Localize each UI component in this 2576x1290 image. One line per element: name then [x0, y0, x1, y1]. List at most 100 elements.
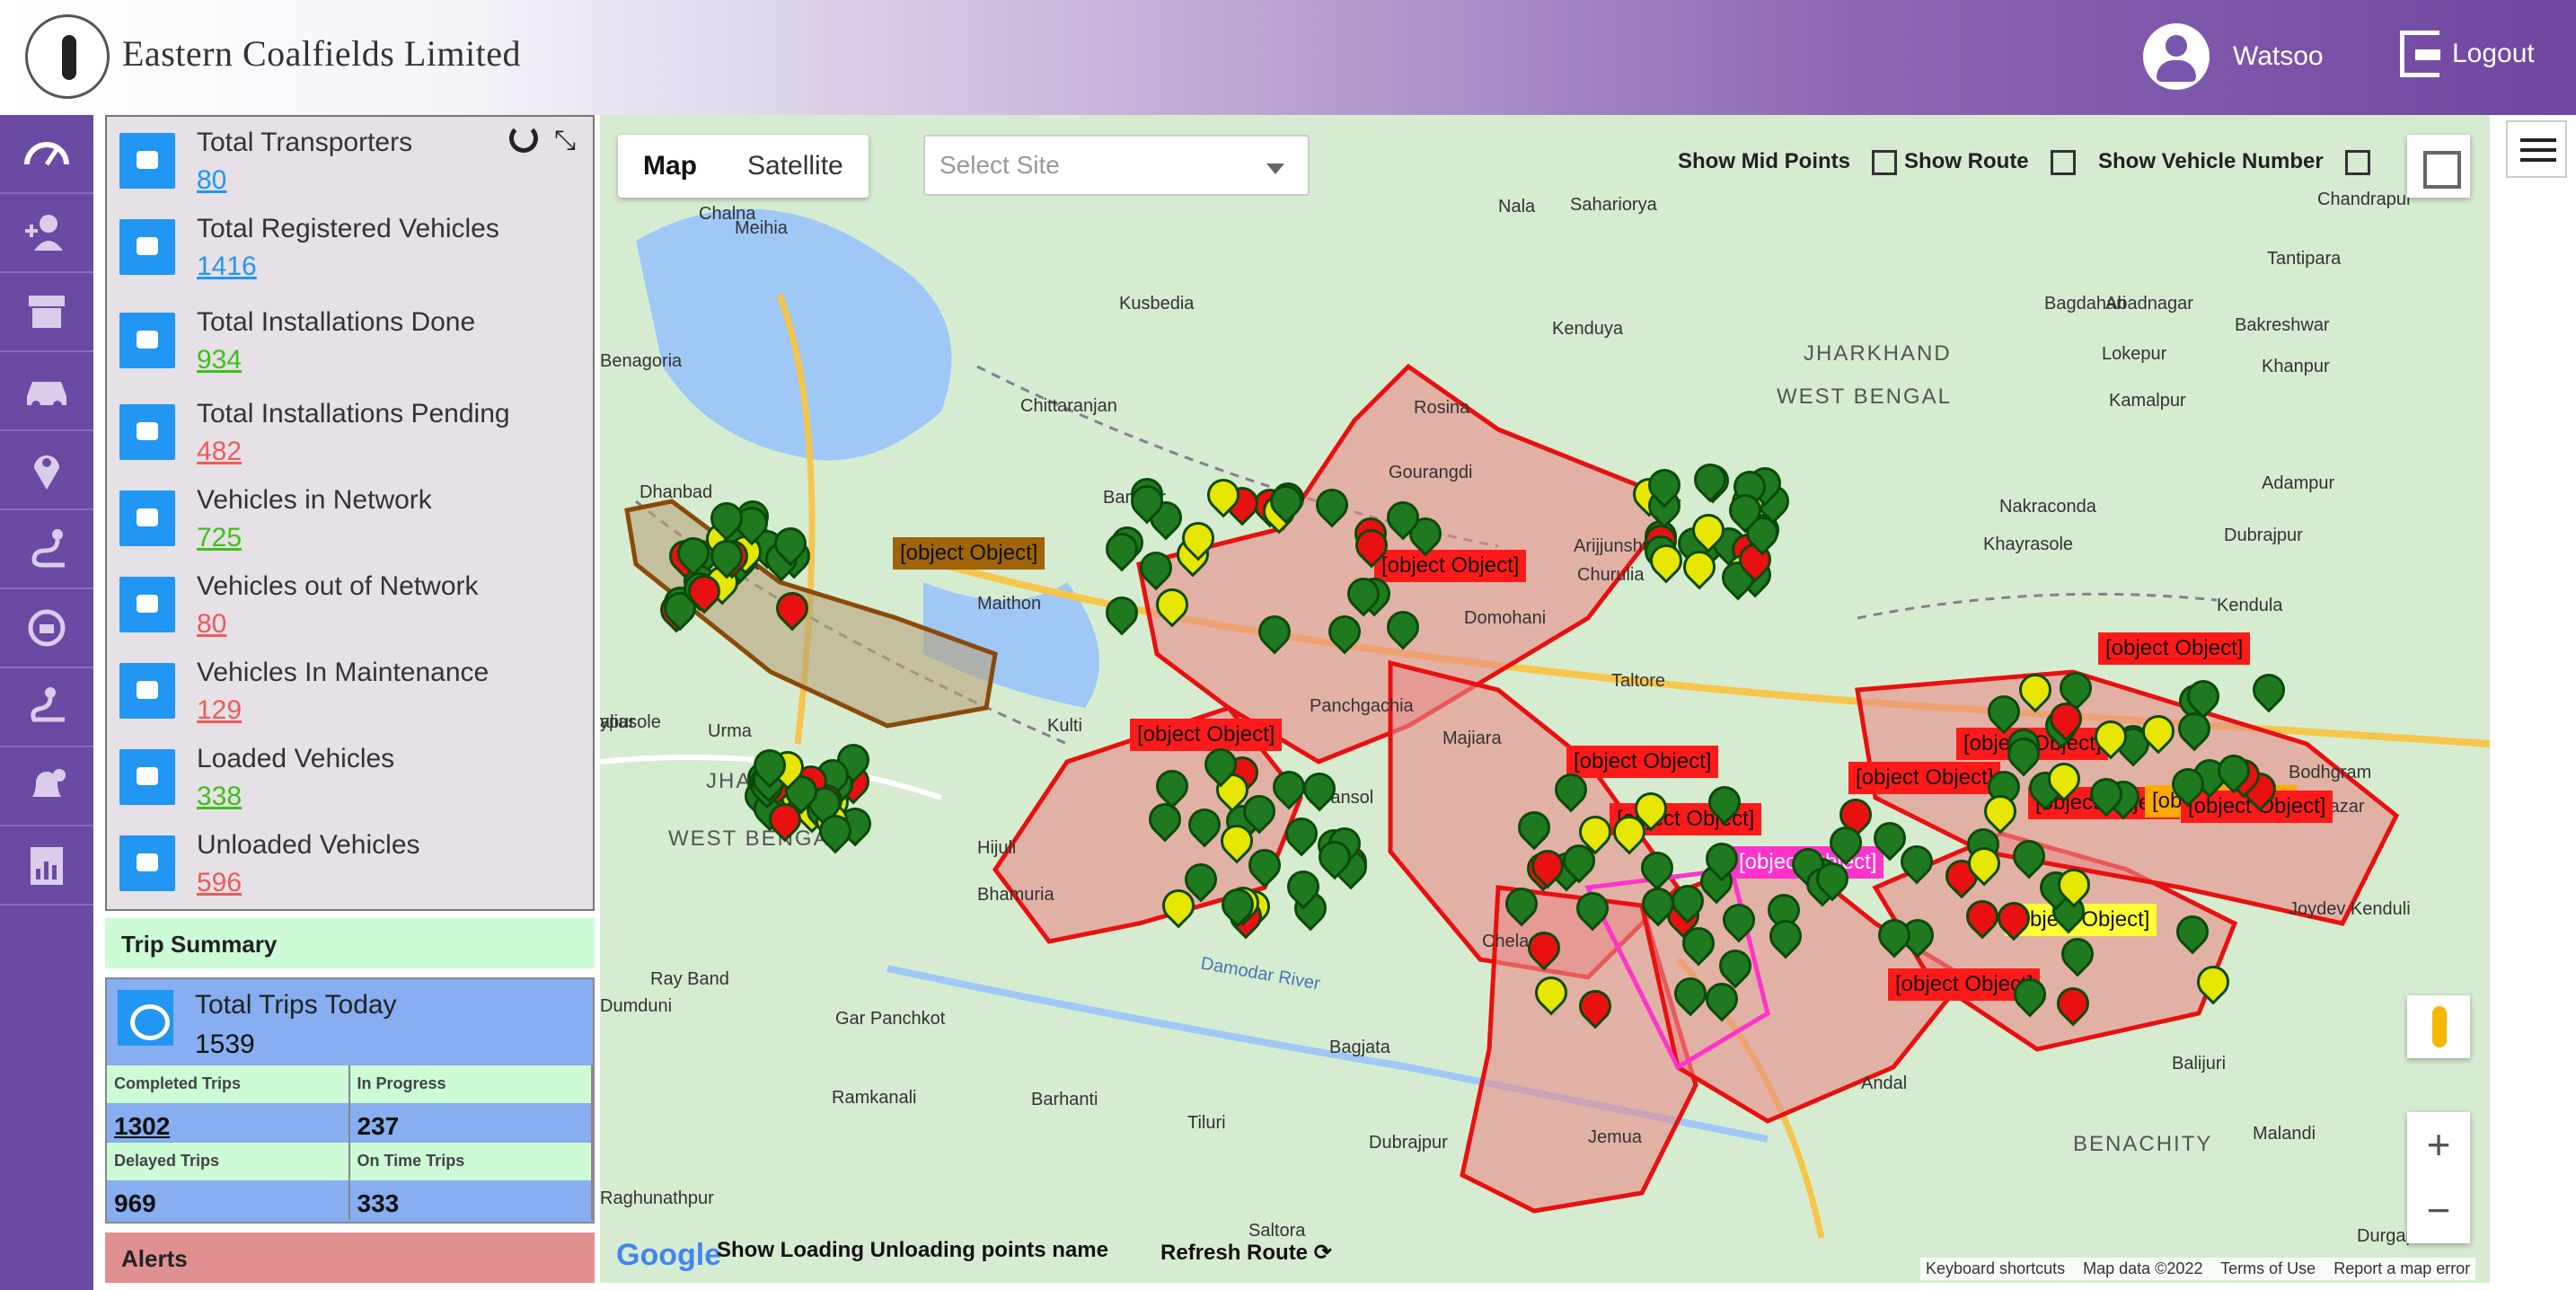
- map-place-name: Bagdahari: [2044, 294, 2127, 314]
- sidebar-item-sync[interactable]: [0, 589, 93, 668]
- stat-value[interactable]: 129: [197, 695, 242, 726]
- map-region-name: WEST BENGAL: [668, 826, 843, 851]
- map-attribution: Keyboard shortcuts Map data ©2022 Terms …: [1920, 1258, 2476, 1280]
- area-label[interactable]: [object Object]: [1848, 762, 2001, 794]
- show-route-checkbox[interactable]: [2050, 149, 2076, 175]
- on-time-trips-value: 333: [349, 1180, 593, 1220]
- area-label[interactable]: [object Object]: [2098, 632, 2251, 665]
- map-place-name: Dubrajpur: [1369, 1133, 1448, 1153]
- report-icon: [31, 847, 63, 885]
- stat-label: Vehicles In Maintenance: [197, 658, 490, 687]
- area-label[interactable]: [object Object]: [1566, 746, 1719, 778]
- completed-trips-label: Completed Trips: [107, 1065, 350, 1103]
- fullscreen-icon[interactable]: [2407, 135, 2470, 198]
- stat-label: Unloaded Vehicles: [197, 830, 420, 860]
- sidebar-item-store[interactable]: [0, 273, 93, 352]
- sidebar-item-reports[interactable]: [0, 826, 93, 906]
- company-logo: [25, 14, 110, 99]
- map-type-map[interactable]: Map: [618, 135, 722, 198]
- street-view-pegman-icon[interactable]: [2407, 995, 2470, 1058]
- stat-value[interactable]: 596: [197, 868, 242, 898]
- trips-icon: [118, 990, 173, 1046]
- stat-1: Total Registered Vehicles 1416: [119, 212, 587, 298]
- menu-icon[interactable]: [2506, 120, 2567, 178]
- user-menu[interactable]: Watsoo: [2143, 23, 2324, 90]
- trip-grid: Completed Trips In Progress 1302 237 Delay…: [107, 1065, 593, 1220]
- show-vehicle-number-toggle[interactable]: Show Vehicle Number: [2098, 149, 2370, 175]
- area-label[interactable]: [object Object]: [1130, 719, 1283, 751]
- total-trips-label: Total Trips Today: [195, 990, 397, 1020]
- map-place-name: Ray Band: [650, 969, 729, 989]
- map-view[interactable]: DhanbadMaithonChittaranjanKusbediaBaraka…: [600, 115, 2490, 1283]
- stat-value[interactable]: 80: [197, 165, 226, 196]
- map-place-name: Kusbedia: [1119, 294, 1195, 314]
- delayed-trips-label: Delayed Trips: [107, 1143, 350, 1180]
- sidebar-item-trips[interactable]: [0, 668, 93, 747]
- stat-icon: [119, 133, 175, 189]
- logout-icon: [2400, 31, 2440, 77]
- show-vehicle-number-checkbox[interactable]: [2344, 149, 2370, 175]
- map-place-name: Dubrajpur: [2224, 526, 2303, 545]
- map-place-name: Panchgachia: [1310, 696, 1414, 716]
- stat-value[interactable]: 725: [197, 523, 242, 553]
- report-error-link[interactable]: Report a map error: [2333, 1259, 2470, 1277]
- refresh-route-icon: ⟳: [1313, 1241, 1332, 1265]
- map-type-satellite[interactable]: Satellite: [722, 135, 869, 198]
- sidebar-item-location[interactable]: [0, 431, 93, 510]
- map-place-name: Domohani: [1464, 608, 1547, 628]
- stat-label: Loaded Vehicles: [197, 744, 395, 773]
- alerts-header[interactable]: Alerts: [105, 1233, 595, 1283]
- map-place-name: Gar Panchkot: [835, 1009, 946, 1029]
- stat-icon: [119, 404, 175, 460]
- show-route-toggle[interactable]: Show Route: [1904, 149, 2076, 175]
- sidebar-item-dashboard[interactable]: [0, 115, 93, 194]
- show-loading-points-toggle[interactable]: Show Loading Unloading points name: [717, 1238, 1108, 1263]
- show-mid-points-checkbox[interactable]: [1872, 149, 1897, 175]
- map-place-name: Andal: [1861, 1074, 1908, 1093]
- area-label[interactable]: [object Object]: [893, 537, 1045, 570]
- map-place-name: Bhamuria: [977, 885, 1054, 905]
- stat-value[interactable]: 1416: [197, 252, 257, 282]
- stat-icon: [119, 577, 175, 632]
- right-panel: [2497, 115, 2576, 1290]
- map-place-name: Balijuri: [2172, 1054, 2227, 1074]
- map-place-name: Maithon: [977, 594, 1042, 614]
- stat-value[interactable]: 338: [197, 782, 242, 812]
- site-select[interactable]: Select Site: [923, 135, 1310, 196]
- map-place-name: Malandi: [2253, 1124, 2316, 1144]
- map-data-text: Map data ©2022: [2083, 1259, 2203, 1277]
- zoom-in-button[interactable]: +: [2407, 1112, 2470, 1178]
- area-label[interactable]: [object Object]: [1374, 550, 1527, 582]
- route-alt-icon: [31, 687, 65, 722]
- stat-7: Loaded Vehicles 338: [119, 742, 587, 828]
- keyboard-shortcuts-link[interactable]: Keyboard shortcuts: [1926, 1259, 2065, 1277]
- show-route-label: Show Route: [1904, 149, 2029, 173]
- stat-icon: [119, 663, 175, 719]
- map-place-name: Bakreshwar: [2235, 315, 2330, 335]
- map-place-name: Ramkanali: [832, 1088, 917, 1108]
- map-region-name: BENACHITY: [2073, 1132, 2213, 1156]
- completed-trips-value[interactable]: 1302: [107, 1103, 350, 1143]
- map-place-name: Urma: [708, 721, 752, 741]
- terms-link[interactable]: Terms of Use: [2220, 1259, 2316, 1277]
- in-progress-label: In Progress: [349, 1065, 593, 1103]
- stat-label: Vehicles out of Network: [197, 571, 479, 601]
- map-place-name: Chandrapur: [2317, 190, 2413, 209]
- stat-value[interactable]: 482: [197, 437, 242, 467]
- stat-value[interactable]: 80: [197, 609, 226, 640]
- sidebar-item-alerts[interactable]: [0, 747, 93, 826]
- map-place-name: Lokepur: [2102, 344, 2167, 364]
- sidebar-nav: [0, 115, 93, 1290]
- stat-value[interactable]: 934: [197, 345, 242, 376]
- refresh-route-button[interactable]: Refresh Route ⟳: [1160, 1240, 1332, 1266]
- show-mid-points-toggle[interactable]: Show Mid Points: [1678, 149, 1897, 175]
- sidebar-item-routes[interactable]: [0, 510, 93, 589]
- dashboard-icon: [24, 142, 69, 166]
- logout-button[interactable]: Logout: [2400, 31, 2535, 77]
- sidebar-item-vehicles[interactable]: [0, 352, 93, 431]
- sidebar-item-add-user[interactable]: [0, 194, 93, 273]
- map-place-name: Kendula: [2217, 596, 2283, 615]
- stat-3: Total Installations Pending 482: [119, 397, 587, 483]
- zoom-out-button[interactable]: −: [2407, 1178, 2470, 1243]
- zoom-controls: + −: [2407, 1112, 2470, 1243]
